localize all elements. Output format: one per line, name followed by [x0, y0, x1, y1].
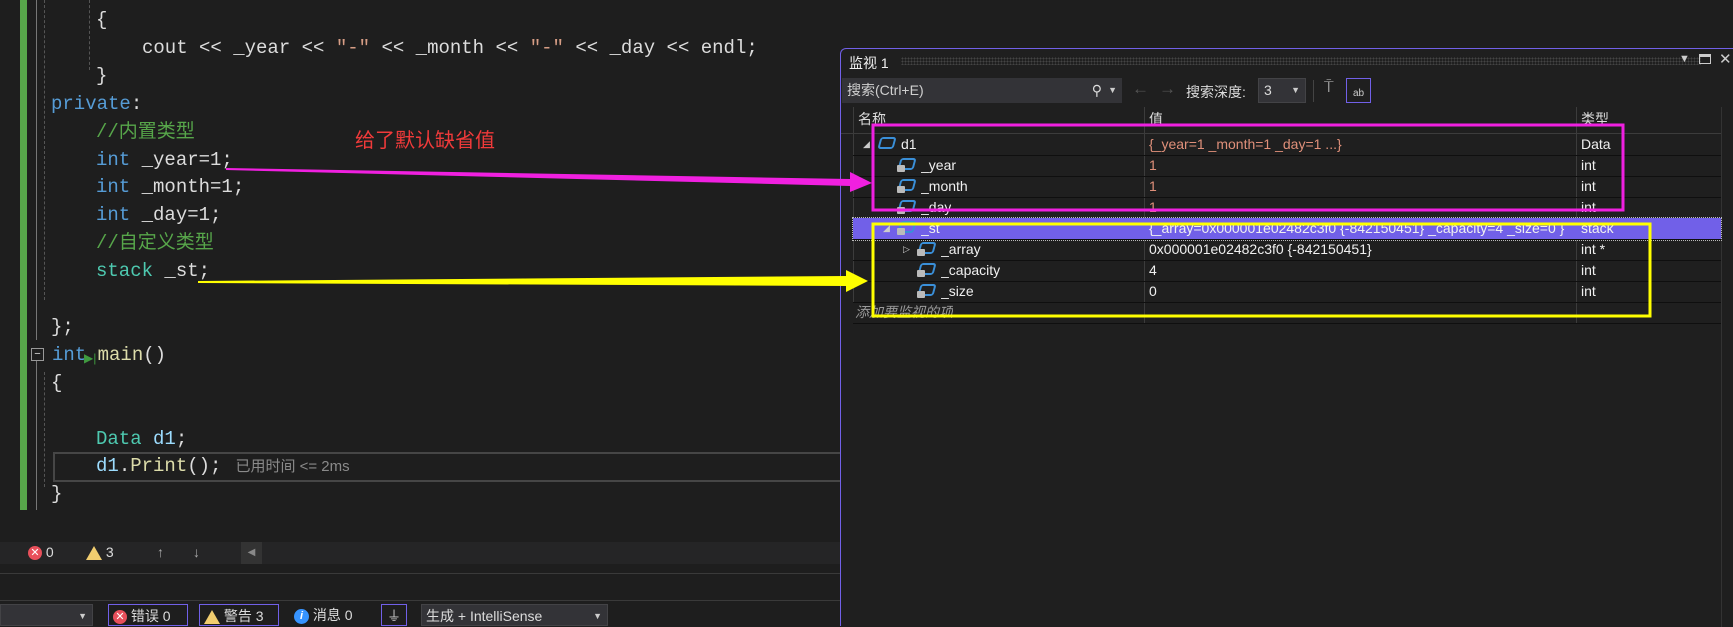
magenta-arrow	[226, 168, 872, 192]
magenta-highlight-box	[871, 123, 1625, 212]
yellow-highlight-box	[871, 222, 1652, 318]
yellow-arrow	[198, 270, 868, 292]
annotation-overlay	[198, 123, 1652, 318]
